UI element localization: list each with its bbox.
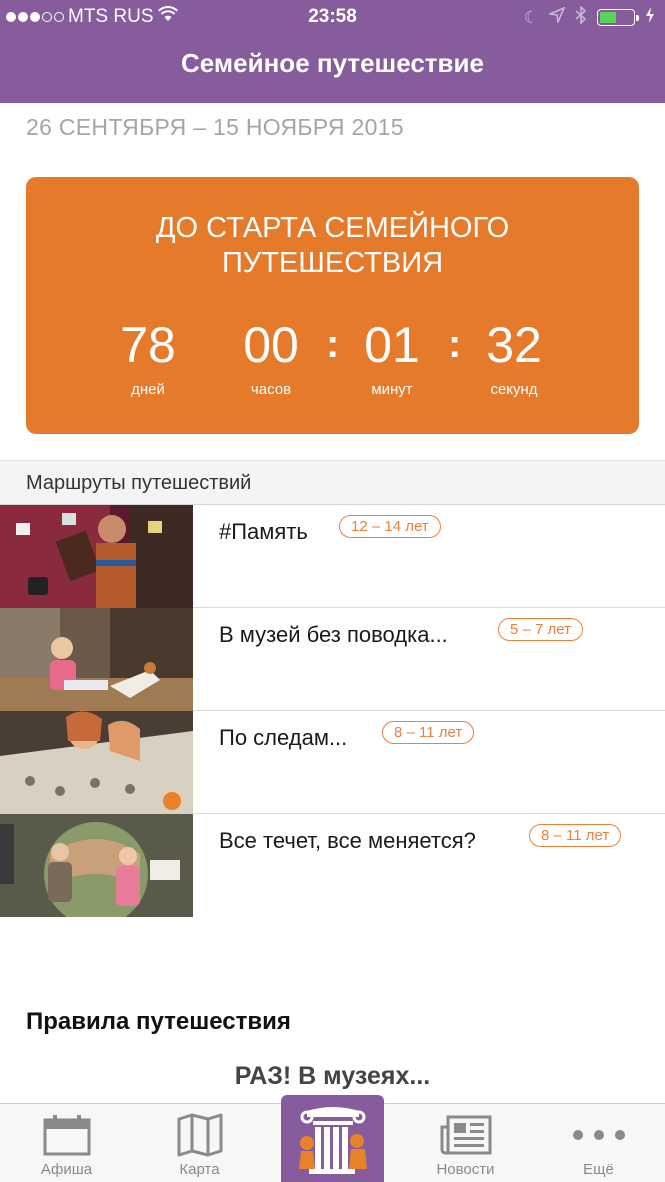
age-badge: 8 – 11 лет (529, 824, 622, 847)
battery-icon (597, 9, 639, 26)
more-dots-icon (532, 1112, 665, 1158)
charging-icon (645, 6, 655, 29)
route-thumbnail (0, 814, 193, 917)
tab-afisha[interactable]: Афиша (0, 1104, 133, 1182)
top-bar: MTS RUS 23:58 ☾ Семейное путешествие (0, 0, 665, 103)
countdown-days: 78 дней (88, 315, 208, 398)
routes-list: #Память 12 – 14 лет В музей без поводка.… (0, 505, 665, 917)
tab-label: Новости (436, 1161, 495, 1178)
tab-label: Афиша (40, 1161, 93, 1178)
countdown-title-line1: ДО СТАРТА СЕМЕЙНОГО (155, 212, 510, 244)
museum-column-icon (281, 1101, 384, 1181)
rules-title: Правила путешествия (26, 1008, 291, 1035)
tab-label: Ещё (583, 1161, 614, 1178)
age-badge: 5 – 7 лет (498, 618, 583, 641)
route-name: Все течет, все меняется? (219, 828, 476, 853)
route-name: #Память (219, 519, 308, 544)
seconds-label: секунд (490, 381, 538, 398)
countdown-title: ДО СТАРТА СЕМЕЙНОГО ПУТЕШЕСТВИЯ (26, 211, 639, 281)
route-thumbnail (0, 608, 193, 711)
routes-section-title: Маршруты путешествий (26, 472, 252, 494)
countdown-hours: 00 часов (211, 315, 331, 398)
calendar-icon (0, 1112, 133, 1158)
minutes-value: 01 (364, 317, 420, 373)
age-badge: 12 – 14 лет (339, 515, 441, 538)
hours-value: 00 (243, 317, 299, 373)
tab-home[interactable] (281, 1095, 384, 1182)
page-title: Семейное путешествие (181, 48, 484, 78)
rules-subtitle: РАЗ! В музеях... (234, 1062, 431, 1090)
newspaper-icon (399, 1112, 532, 1158)
days-label: дней (131, 381, 165, 398)
moon-icon: ☾ (523, 7, 539, 27)
status-right: ☾ (523, 5, 655, 29)
tab-more[interactable]: Ещё (532, 1104, 665, 1182)
event-dates: 26 СЕНТЯБРЯ – 15 НОЯБРЯ 2015 (26, 114, 404, 140)
route-item[interactable]: По следам... 8 – 11 лет (0, 711, 665, 814)
hours-label: часов (250, 381, 292, 398)
seconds-value: 32 (486, 317, 542, 373)
route-thumbnail (0, 711, 193, 814)
routes-section-header: Маршруты путешествий (0, 460, 665, 505)
tab-bar: Афиша Карта Новости Ещё (0, 1095, 665, 1182)
days-value: 78 (120, 317, 176, 373)
tab-map[interactable]: Карта (133, 1104, 266, 1182)
bluetooth-icon (575, 5, 587, 29)
route-name: По следам... (219, 725, 348, 750)
route-item[interactable]: #Память 12 – 14 лет (0, 505, 665, 608)
route-item[interactable]: Все течет, все меняется? 8 – 11 лет (0, 814, 665, 917)
tab-label: Карта (179, 1161, 220, 1178)
countdown-seconds: 32 секунд (454, 315, 574, 398)
minutes-label: минут (371, 381, 413, 398)
countdown-card: ДО СТАРТА СЕМЕЙНОГО ПУТЕШЕСТВИЯ 78 дней … (26, 177, 639, 434)
countdown-title-line2: ПУТЕШЕСТВИЯ (221, 247, 444, 279)
age-badge: 8 – 11 лет (382, 721, 475, 744)
countdown-minutes: 01 минут (332, 315, 452, 398)
tab-news[interactable]: Новости (399, 1104, 532, 1182)
status-bar: MTS RUS 23:58 ☾ (0, 0, 665, 34)
route-name: В музей без поводка... (219, 622, 448, 647)
map-icon (133, 1112, 266, 1158)
route-item[interactable]: В музей без поводка... 5 – 7 лет (0, 608, 665, 711)
route-thumbnail (0, 505, 193, 608)
location-arrow-icon (547, 6, 566, 28)
